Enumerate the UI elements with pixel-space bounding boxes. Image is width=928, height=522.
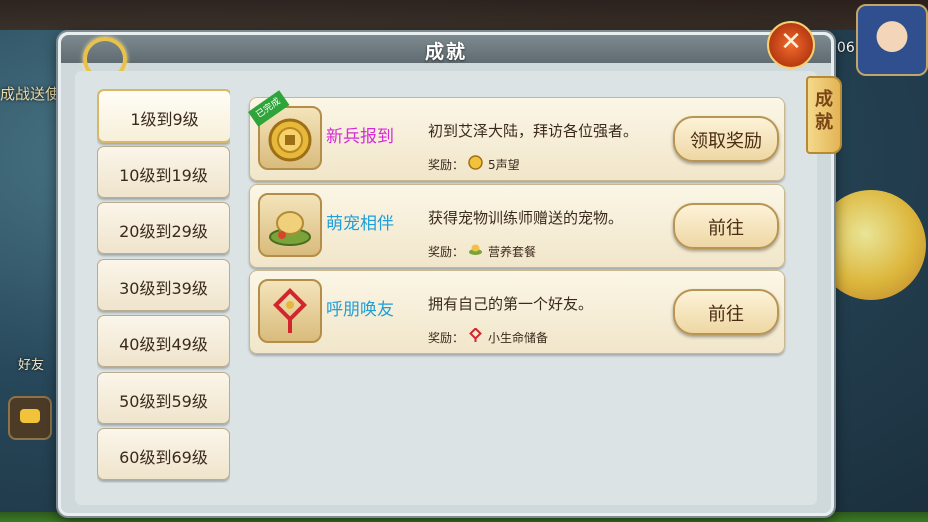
player-avatar[interactable] <box>856 4 928 76</box>
reward-label: 奖励： <box>428 158 465 172</box>
friend-shortcut-label: 好友 <box>18 358 45 373</box>
reward-label: 奖励： <box>428 331 465 345</box>
reward-text: 营养套餐 <box>488 245 537 259</box>
achievement-description: 初到艾泽大陆，拜访各位强者。 <box>428 122 639 140</box>
level-tab-label: 10级到19级 <box>119 166 208 185</box>
action-button-label: 领取奖励 <box>690 131 762 152</box>
achievement-row: 已完成 新兵报到 初到艾泽大陆，拜访各位强者。 奖励： 5声望 领取奖励 <box>248 90 785 181</box>
level-tab-7[interactable]: 60级到69级 <box>97 428 230 480</box>
level-tab-2[interactable]: 10级到19级 <box>97 146 230 198</box>
reward-text: 小生命储备 <box>488 331 549 345</box>
level-tab-label: 60级到69级 <box>119 448 208 467</box>
level-tab-4[interactable]: 30级到39级 <box>97 259 230 311</box>
achievement-description: 拥有自己的第一个好友。 <box>428 295 594 313</box>
level-tab-label: 1级到9级 <box>130 110 199 129</box>
achievement-row: 萌宠相伴 获得宠物训练师赠送的宠物。 奖励： 营养套餐 前往 <box>249 184 785 268</box>
achievement-name: 呼朋唤友 <box>326 300 394 320</box>
level-tab-5[interactable]: 40级到49级 <box>97 315 230 367</box>
achievement-name: 萌宠相伴 <box>326 214 394 234</box>
side-tab-achievement[interactable]: 成 就 <box>806 76 842 154</box>
go-button[interactable]: 前往 <box>673 203 779 249</box>
chinese-knot-icon <box>258 279 322 343</box>
action-button-label: 前往 <box>708 218 744 239</box>
achievement-description: 获得宠物训练师赠送的宠物。 <box>428 209 624 227</box>
go-button[interactable]: 前往 <box>673 289 779 335</box>
chat-bubble-icon[interactable] <box>8 396 52 440</box>
achievement-name: 新兵报到 <box>326 127 394 147</box>
level-range-list[interactable]: 1级到9级 10级到19级 20级到29级 30级到39级 40级到49级 50… <box>97 89 230 483</box>
claim-reward-button[interactable]: 领取奖励 <box>673 116 779 162</box>
level-tab-label: 40级到49级 <box>119 335 208 354</box>
level-tab-1[interactable]: 1级到9级 <box>97 89 230 143</box>
level-tab-3[interactable]: 20级到29级 <box>97 202 230 254</box>
coin-reward-icon <box>468 155 483 170</box>
meal-reward-icon <box>469 244 482 255</box>
level-tab-label: 30级到39级 <box>119 279 208 298</box>
knot-reward-icon <box>469 328 482 342</box>
reward-text: 5声望 <box>488 158 520 172</box>
close-button[interactable]: ✕ <box>767 21 815 69</box>
level-tab-label: 20级到29级 <box>119 222 208 241</box>
action-button-label: 前往 <box>708 304 744 325</box>
side-tab-label: 成 就 <box>815 89 833 133</box>
reward-label: 奖励： <box>428 245 465 259</box>
close-icon: ✕ <box>780 27 802 57</box>
dialog-title: 成就 <box>424 41 467 63</box>
pet-food-icon <box>258 193 322 257</box>
level-tab-6[interactable]: 50级到59级 <box>97 372 230 424</box>
achievement-row: 呼朋唤友 拥有自己的第一个好友。 奖励： 小生命储备 前往 <box>249 270 785 354</box>
level-tab-label: 50级到59级 <box>119 392 208 411</box>
dialog-title-bar: 成就 <box>61 35 831 63</box>
